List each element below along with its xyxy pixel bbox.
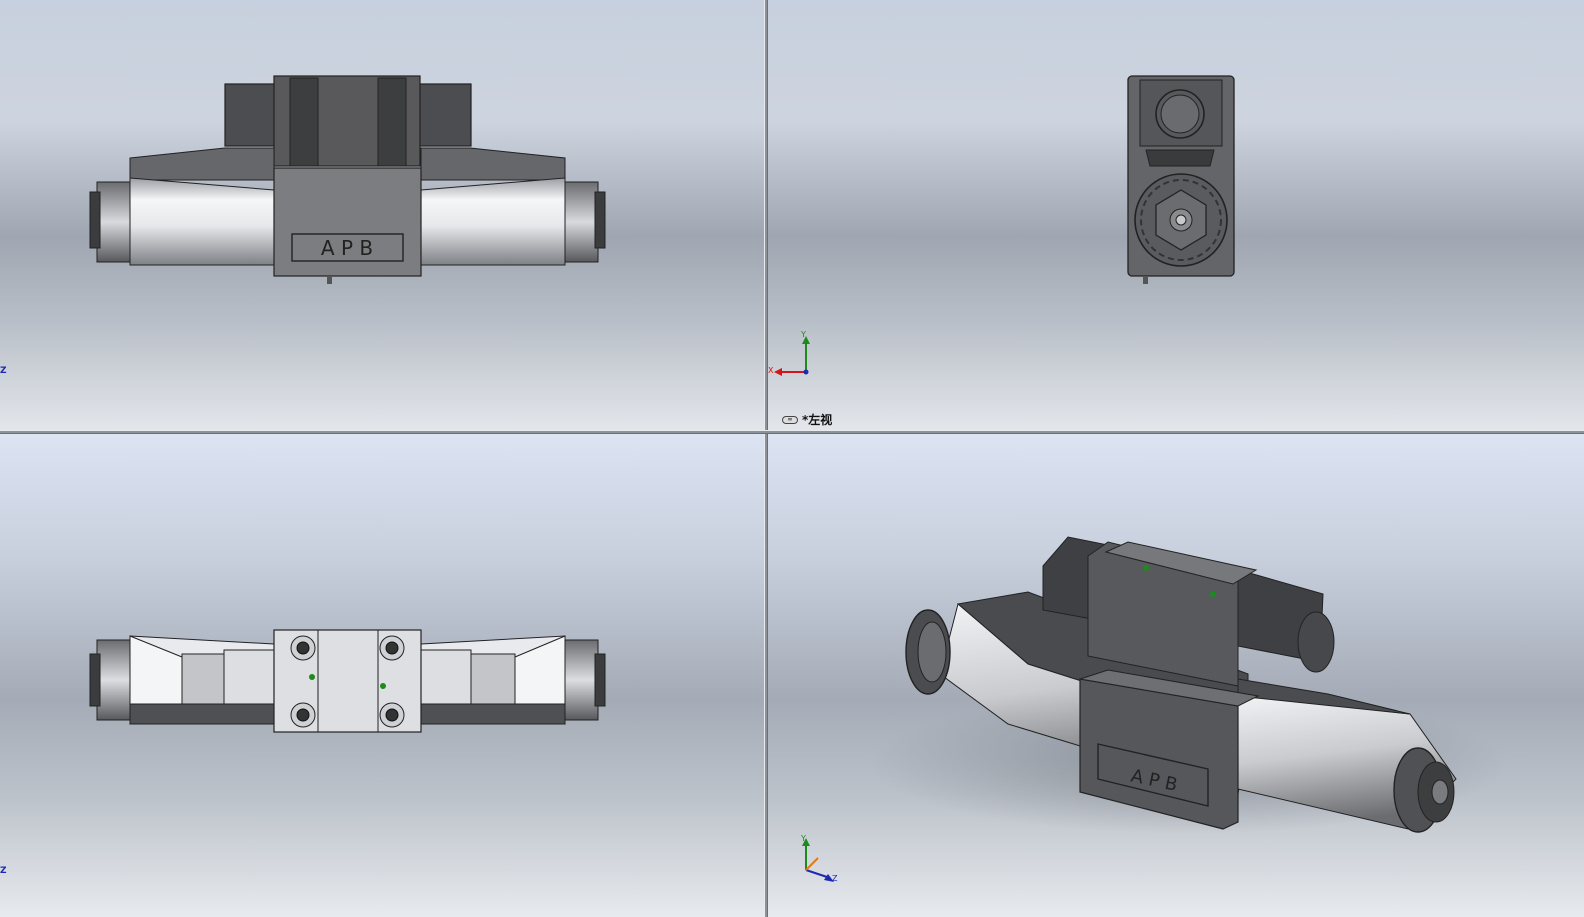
front-part-label: A P B (321, 236, 373, 260)
isometric-view-model: A P B (802, 536, 1508, 882)
viewport-front[interactable]: A P B Z (0, 0, 764, 430)
z-axis-fragment-bottom: Z (0, 866, 7, 876)
iso-z-axis-label: Z (832, 874, 838, 883)
viewport-splitter-vertical[interactable] (764, 0, 768, 917)
front-view-model: A P B (89, 75, 606, 284)
view-name-label: ∞ *左视 (782, 411, 832, 428)
z-axis-fragment: Z (0, 366, 7, 376)
viewport-splitter-horizontal[interactable] (0, 430, 1584, 434)
viewport-top[interactable]: Z (0, 434, 764, 917)
camera-icon: ∞ (782, 415, 798, 424)
viewport-left[interactable]: Y X ∞ *左视 (768, 0, 1584, 430)
iso-y-axis-label: Y (801, 834, 806, 843)
top-view-model (89, 629, 606, 733)
x-axis-label: X (768, 366, 774, 375)
view-name-text: *左视 (802, 413, 833, 427)
y-axis-label: Y (801, 330, 806, 339)
viewport-isometric[interactable]: A P B Y Z (768, 434, 1584, 917)
solidworks-four-view-layout: A P B Z Y X ∞ *左视 Z A P B Y Z (0, 0, 1584, 917)
left-view-model (774, 75, 1235, 376)
